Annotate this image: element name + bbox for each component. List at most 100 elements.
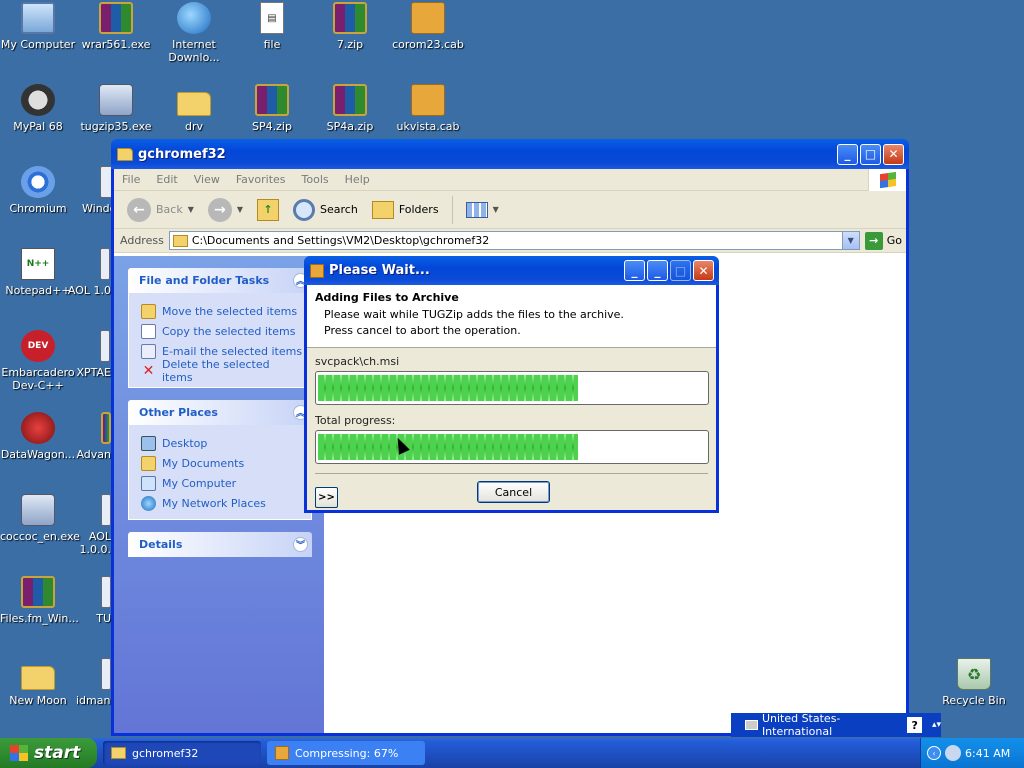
address-dropdown-button[interactable]: ▼: [841, 232, 859, 249]
desktop-icon-xptae[interactable]: XPTAE: [70, 330, 111, 379]
show-hidden-icons-button[interactable]: ‹: [927, 746, 941, 760]
langbar-options-icon[interactable]: ▴▾: [932, 720, 941, 730]
desktop-icon-coccoc[interactable]: coccoc_en.exe: [0, 494, 80, 543]
task-delete-selected[interactable]: ✕ Delete the selected items: [141, 358, 303, 384]
views-button[interactable]: ▼: [461, 201, 504, 218]
zip-archive-icon: [333, 84, 367, 116]
desktop-icon-7zip[interactable]: 7.zip: [312, 2, 388, 51]
my-computer-icon: [141, 475, 156, 491]
folders-icon: [371, 200, 394, 219]
folder-icon: [177, 92, 211, 116]
notepad-plus-plus-icon: N++: [21, 248, 55, 280]
place-my-documents[interactable]: My Documents: [141, 453, 303, 473]
task-move-selected[interactable]: Move the selected items: [141, 301, 303, 321]
task-copy-selected[interactable]: Copy the selected items: [141, 321, 303, 341]
clock[interactable]: 6:41 AM: [965, 747, 1010, 760]
go-button[interactable]: → Go: [864, 231, 902, 250]
desktop-icon-sp4[interactable]: SP4.zip: [234, 84, 310, 133]
panel-header[interactable]: File and Folder Tasks ︽: [128, 268, 312, 293]
place-my-network[interactable]: My Network Places: [141, 493, 303, 513]
application-icon: [101, 658, 111, 690]
desktop-icon-aol-2[interactable]: AOL 1.0.0.: [76, 494, 111, 556]
progress-fill: [318, 375, 578, 401]
system-tray: ‹ 6:41 AM: [920, 738, 1024, 768]
desktop-icon-corom23[interactable]: corom23.cab: [390, 2, 466, 51]
dialog-minimize-button[interactable]: _: [624, 260, 645, 281]
winrar-icon: [21, 576, 55, 608]
menu-tools[interactable]: Tools: [294, 173, 337, 186]
back-button[interactable]: ← Back ▼: [122, 197, 199, 222]
expand-icon[interactable]: ︾: [293, 537, 308, 552]
views-icon: [465, 201, 488, 218]
application-icon: [101, 494, 111, 526]
tugzip-icon: [310, 263, 324, 278]
start-button[interactable]: start: [0, 738, 97, 768]
explorer-titlebar[interactable]: gchromef32 _ □ ✕: [111, 139, 909, 169]
chromium-icon: [21, 166, 55, 198]
desktop-icon-new-moon[interactable]: New Moon: [0, 658, 76, 707]
cancel-button[interactable]: Cancel: [477, 481, 550, 503]
maximize-button[interactable]: □: [860, 143, 881, 165]
desktop-icon-tugzip[interactable]: tugzip35.exe: [78, 84, 154, 133]
menu-favorites[interactable]: Favorites: [228, 173, 294, 186]
details-toggle-button[interactable]: >>: [315, 487, 338, 508]
search-button[interactable]: Search: [288, 198, 363, 221]
go-arrow-icon: →: [864, 231, 883, 250]
taskbar-item-compressing[interactable]: Compressing: 67%: [267, 741, 425, 765]
menu-help[interactable]: Help: [337, 173, 378, 186]
minimize-button[interactable]: _: [837, 143, 858, 165]
folders-button[interactable]: Folders: [367, 200, 444, 219]
place-my-computer[interactable]: My Computer: [141, 473, 303, 493]
details-panel: Details ︾: [128, 532, 312, 557]
windows-flag-icon: [10, 745, 28, 761]
desktop-icon-filesfm[interactable]: Files.fm_Win...: [0, 576, 79, 625]
close-button[interactable]: ✕: [883, 143, 904, 165]
help-icon[interactable]: ?: [907, 717, 922, 733]
desktop-icon-tu[interactable]: TU: [90, 576, 111, 625]
back-arrow-icon: ←: [127, 197, 151, 222]
dialog-close-button[interactable]: ✕: [693, 260, 714, 281]
dialog-footer: >> Cancel: [315, 473, 708, 513]
dialog-titlebar[interactable]: Please Wait... _ _ □ ✕: [304, 256, 719, 285]
desktop-icon: [141, 435, 156, 451]
application-icon: [101, 576, 111, 608]
dialog-restore-button[interactable]: _: [647, 260, 668, 281]
address-field[interactable]: C:\Documents and Settings\VM2\Desktop\gc…: [168, 231, 860, 250]
panel-header[interactable]: Other Places ︽: [128, 400, 312, 425]
network-places-icon: [141, 495, 156, 511]
desktop-icon-drv[interactable]: drv: [156, 84, 232, 133]
internet-download-manager-icon: [177, 2, 211, 34]
panel-header[interactable]: Details ︾: [128, 532, 312, 557]
taskbar-item-gchromef32[interactable]: gchromef32: [103, 741, 261, 765]
desktop-icon-recycle-bin[interactable]: ♻ Recycle Bin: [936, 658, 1012, 707]
language-bar[interactable]: United States-International ? ▴▾: [731, 712, 941, 738]
up-button[interactable]: ↑: [252, 198, 284, 221]
tugzip-icon: [275, 746, 289, 760]
desktop-icon-idman[interactable]: idmane: [76, 658, 117, 707]
desktop-icon-my-computer[interactable]: My Computer: [0, 2, 76, 51]
desktop-icon-wrar561[interactable]: wrar561.exe: [78, 2, 154, 51]
desktop-icon-aol[interactable]: AOL 1.0: [60, 248, 111, 297]
dialog-heading: Adding Files to Archive: [315, 291, 459, 304]
desktop-icon-mypal[interactable]: MyPal 68: [0, 84, 76, 133]
forward-button[interactable]: → ▼: [203, 197, 248, 222]
menu-view[interactable]: View: [186, 173, 228, 186]
total-progress-label: Total progress:: [315, 414, 396, 427]
desktop-icon-advan[interactable]: Advan: [76, 412, 111, 461]
desktop-icon-sp4a[interactable]: SP4a.zip: [312, 84, 388, 133]
chevron-down-icon: ▼: [187, 205, 194, 214]
place-desktop[interactable]: Desktop: [141, 433, 303, 453]
desktop-icon-file[interactable]: ▤ file: [234, 2, 310, 51]
dialog-maximize-button: □: [670, 260, 691, 281]
address-value: C:\Documents and Settings\VM2\Desktop\gc…: [191, 234, 490, 247]
file-folder-tasks-panel: File and Folder Tasks ︽ Move the selecte…: [128, 268, 312, 388]
tray-app-icon[interactable]: [945, 745, 961, 761]
forward-arrow-icon: →: [207, 197, 232, 222]
menu-edit[interactable]: Edit: [148, 173, 185, 186]
desktop-icon-datawagon[interactable]: DataWagon...: [0, 412, 76, 461]
desktop-icon-ukvista[interactable]: ukvista.cab: [390, 84, 466, 133]
desktop-icon-internet-download[interactable]: Internet Downlo...: [156, 2, 232, 64]
desktop-icon-devcpp[interactable]: DEV Embarcadero Dev-C++: [0, 330, 76, 392]
menu-file[interactable]: File: [114, 173, 148, 186]
please-wait-dialog[interactable]: Please Wait... _ _ □ ✕ Adding Files to A…: [304, 256, 719, 513]
